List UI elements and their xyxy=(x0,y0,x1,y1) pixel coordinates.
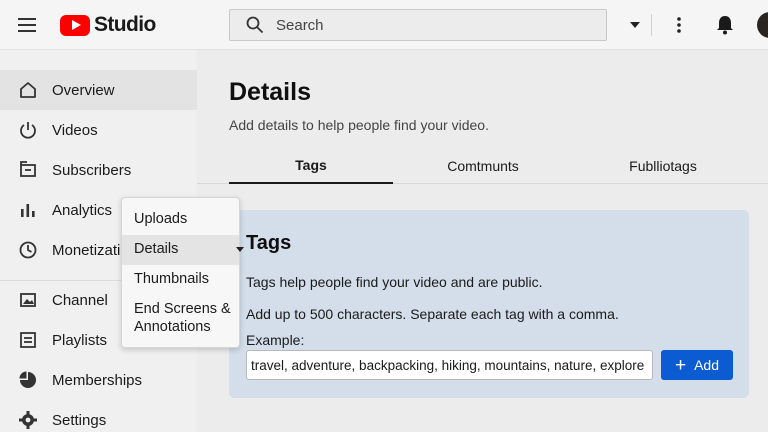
plus-icon: + xyxy=(674,354,687,376)
notifications-bell-icon[interactable] xyxy=(712,12,738,38)
header-divider xyxy=(651,14,652,36)
popup-item-details[interactable]: Details xyxy=(122,235,239,265)
page-subtitle: Add details to help people find your vid… xyxy=(229,117,489,133)
home-icon xyxy=(17,79,39,101)
add-tags-button[interactable]: + Add xyxy=(661,350,733,380)
popup-item-thumbnails[interactable]: Thumbnails xyxy=(122,271,239,287)
popup-item-end-screens[interactable]: End Screens & xyxy=(122,301,239,317)
add-button-label: Add xyxy=(694,357,720,373)
pie-icon xyxy=(17,369,39,391)
logo-text: Studio xyxy=(94,13,156,36)
sidebar-item-label: Overview xyxy=(52,81,115,99)
hamburger-menu-icon[interactable] xyxy=(14,12,40,38)
image-icon xyxy=(17,289,39,311)
tab-comments[interactable]: Comtmunts xyxy=(402,148,564,184)
youtube-play-icon xyxy=(60,14,90,36)
sidebar-item-label: Settings xyxy=(52,411,107,429)
search-input[interactable] xyxy=(276,11,596,39)
tags-card-title: Tags xyxy=(246,232,292,254)
search-bar[interactable] xyxy=(229,9,607,41)
sidebar-item-settings[interactable]: Settings xyxy=(0,400,197,432)
popup-item-uploads[interactable]: Uploads xyxy=(122,211,239,227)
avatar[interactable] xyxy=(757,12,768,38)
main-content: Details Add details to help people find … xyxy=(197,50,768,432)
sidebar-item-videos[interactable]: Videos xyxy=(0,110,197,150)
more-options-icon[interactable] xyxy=(668,13,690,37)
sidebar-item-label: Monetizati xyxy=(52,241,121,259)
sidebar-item-label: Memberships xyxy=(52,371,143,389)
bar-chart-icon xyxy=(17,199,39,221)
clock-icon xyxy=(17,239,39,261)
tab-bar: Tags Comtmunts Fublliotags xyxy=(197,148,768,184)
tags-limit-text: Add up to 500 characters. Separate each … xyxy=(246,306,619,322)
navigation-popup-menu: Uploads Details Thumbnails End Screens &… xyxy=(121,197,244,348)
popup-item-annotations[interactable]: Annotations xyxy=(122,319,239,335)
search-dropdown-caret-icon[interactable] xyxy=(630,22,640,28)
sidebar-item-label: Channel xyxy=(52,291,108,309)
power-icon xyxy=(17,119,39,141)
subscribers-icon xyxy=(17,159,39,181)
playlist-icon xyxy=(17,329,39,351)
tab-fublliotags[interactable]: Fublliotags xyxy=(582,148,744,184)
sidebar-item-overview[interactable]: Overview xyxy=(0,70,197,110)
search-icon xyxy=(246,16,264,34)
sidebar-item-label: Subscribers xyxy=(52,161,132,179)
sidebar-item-memberships[interactable]: Memberships xyxy=(0,360,197,400)
tags-card: Tags Tags help people find your video an… xyxy=(229,210,749,398)
sidebar-item-label: Playlists xyxy=(52,331,108,349)
studio-logo[interactable]: Studio xyxy=(60,12,156,38)
page-title: Details xyxy=(229,78,311,106)
sidebar-item-label: Videos xyxy=(52,121,98,139)
sidebar-item-subscribers[interactable]: Subscribers xyxy=(0,150,197,190)
tags-input[interactable] xyxy=(246,350,653,380)
sidebar-item-label: Analytics xyxy=(52,201,113,219)
example-label: Example: xyxy=(246,332,305,348)
tags-help-text: Tags help people find your video and are… xyxy=(246,274,543,290)
caret-down-icon xyxy=(236,247,244,252)
gear-icon xyxy=(17,409,39,431)
top-bar: Studio xyxy=(0,0,768,50)
tab-tags[interactable]: Tags xyxy=(229,148,393,184)
